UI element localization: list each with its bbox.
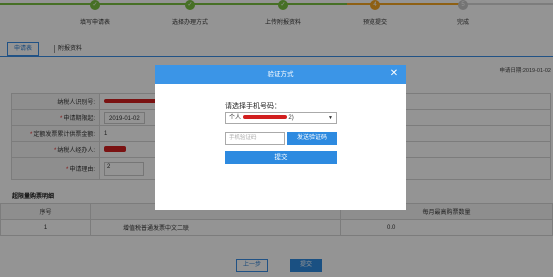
sms-code-input[interactable]: 手机验证码 [225,132,285,145]
phone-suffix: 2) [288,115,294,121]
modal-header: 验证方式 [155,65,406,84]
phone-number-select[interactable]: 个人 2) ▼ [225,112,337,124]
verification-modal: 验证方式 ✕ 请选择手机号码： 个人 2) ▼ 手机验证码 发送验证码 提交 [155,65,406,210]
phone-select-label: 请选择手机号码： [225,103,281,110]
modal-title: 验证方式 [267,71,294,78]
chevron-down-icon: ▼ [328,115,333,121]
phone-prefix: 个人 [229,115,242,121]
redacted-phone-number [242,115,287,120]
close-icon[interactable]: ✕ [388,67,400,81]
send-code-button[interactable]: 发送验证码 [287,132,337,145]
modal-submit-button[interactable]: 提交 [225,151,337,164]
